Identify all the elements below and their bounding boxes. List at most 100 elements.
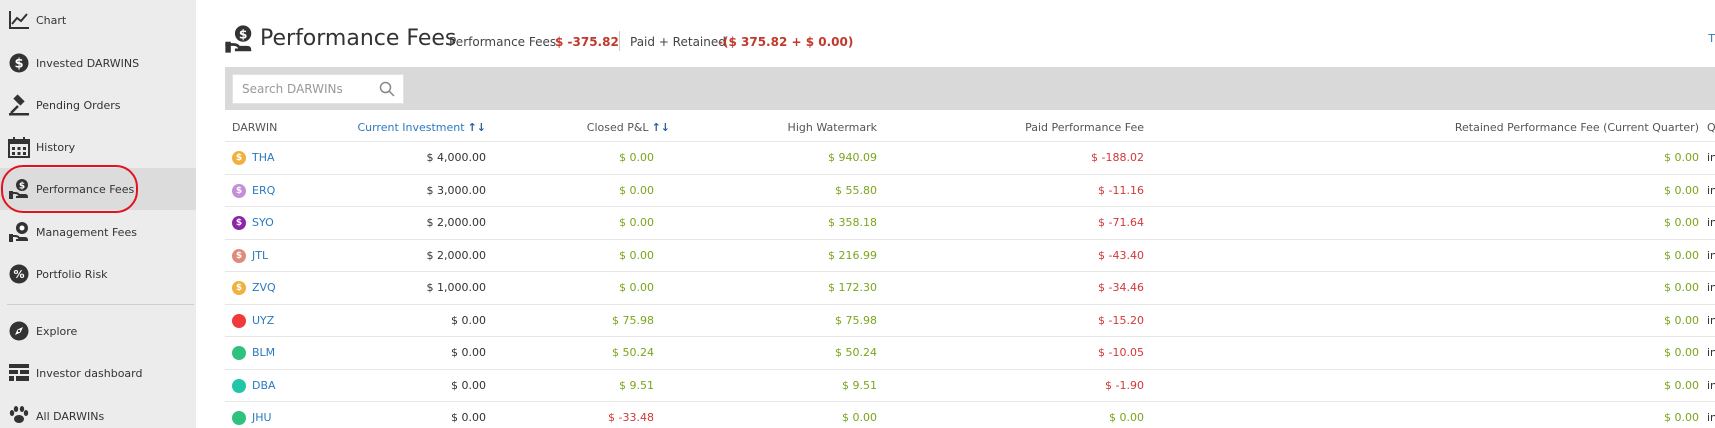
cell-current-investment: $ 2,000.00	[426, 216, 486, 229]
table-row[interactable]: $ ZVQ $ 1,000.00 $ 0.00 $ 172.30 $ -34.46 $ 0.…	[225, 272, 1715, 305]
cell-current-investment: $ 0.00	[451, 378, 486, 392]
sort-arrows-icon[interactable]: ↑↓	[652, 121, 670, 134]
fees-summary-value: $ -375.82	[555, 35, 619, 49]
table-row[interactable]: UYZ $ 0.00 $ 75.98 $ 75.98 $ -15.20 $ 0.00 in …	[225, 305, 1715, 337]
search-icon[interactable]	[379, 81, 395, 101]
cell-high-watermark: $ 216.99	[828, 248, 877, 262]
cell-closed-pl: $ 0.00	[619, 216, 654, 229]
table-row[interactable]: DBA $ 0.00 $ 9.51 $ 9.51 $ -1.90 $ 0.00 in 13 …	[225, 370, 1715, 402]
badge-glyph: $	[235, 153, 243, 163]
sidebar-item-label: Investor dashboard	[36, 366, 143, 380]
cell-retained-fee: $ 0.00	[1664, 248, 1699, 262]
cell-paid-fee: $ -34.46	[1098, 281, 1144, 294]
darwin-ticker-link[interactable]: ERQ	[252, 184, 275, 197]
percent-icon: %	[7, 262, 31, 286]
cell-paid-fee: $ -1.90	[1105, 378, 1144, 392]
cell-closed-pl: $ 0.00	[619, 151, 654, 164]
corner-link[interactable]: T	[1708, 32, 1715, 45]
sidebar-item-all-darwins[interactable]: All DARWINs	[0, 394, 196, 428]
paid-retained-label: Paid + Retained	[630, 35, 726, 49]
badge-glyph: $	[235, 250, 243, 261]
darwin-badge-icon	[232, 313, 246, 328]
darwin-ticker-link[interactable]: BLM	[252, 346, 275, 359]
column-header-current-investment[interactable]: Current Investment ↑↓	[357, 121, 486, 134]
svg-text:$: $	[14, 57, 23, 72]
cell-paid-fee: $ -43.40	[1098, 248, 1144, 262]
sidebar-item-explore[interactable]: Explore	[0, 310, 196, 352]
table-toolbar	[225, 67, 1715, 110]
performance-fees-table: DARWIN Current Investment ↑↓ Closed P&L ↑↓…	[225, 112, 1715, 428]
darwin-ticker-link[interactable]: ZVQ	[252, 281, 276, 294]
column-header-closed-pl[interactable]: Closed P&L ↑↓	[587, 121, 670, 134]
column-header-label: Current Investment	[357, 121, 465, 134]
cell-closed-pl: $ 50.24	[612, 346, 654, 359]
cell-high-watermark: $ 55.80	[835, 183, 877, 197]
calendar-icon	[7, 135, 31, 159]
cell-retained-fee: $ 0.00	[1664, 378, 1699, 392]
hand-coin-icon: $	[7, 177, 31, 201]
sidebar-item-label: History	[36, 140, 76, 154]
cell-current-investment: $ 4,000.00	[426, 151, 486, 164]
cell-retained-fee: $ 0.00	[1664, 346, 1699, 359]
table-row[interactable]: $ THA $ 4,000.00 $ 0.00 $ 940.09 $ -188.02 $ 0…	[225, 142, 1715, 175]
table-row[interactable]: JHU $ 0.00 $ -33.48 $ 0.00 $ 0.00 $ 0.00 in 7 …	[225, 402, 1715, 428]
sidebar-item-label: Performance Fees	[36, 182, 135, 196]
cell-high-watermark: $ 172.30	[828, 281, 877, 294]
sidebar-item-invested-darwins[interactable]: $ Invested DARWINS	[0, 42, 196, 84]
darwin-ticker-link[interactable]: DBA	[252, 379, 276, 392]
svg-text:$: $	[239, 27, 248, 41]
sidebar-item-investor-dashboard[interactable]: Investor dashboard	[0, 352, 196, 394]
cell-closed-pl: $ 0.00	[619, 281, 654, 294]
darwin-badge-icon	[232, 411, 246, 425]
table-row[interactable]: $ SYO $ 2,000.00 $ 0.00 $ 358.18 $ -71.64 $ 0.…	[225, 207, 1715, 240]
sidebar-item-chart[interactable]: Chart	[0, 0, 196, 40]
table-row[interactable]: $ JTL $ 2,000.00 $ 0.00 $ 216.99 $ -43.40 $ 0.…	[225, 240, 1715, 272]
column-header-quarter-ends: Quarter ends	[1707, 121, 1715, 134]
chart-icon	[7, 8, 31, 32]
table-row[interactable]: $ ERQ $ 3,000.00 $ 0.00 $ 55.80 $ -11.16 $ 0.0…	[225, 175, 1715, 207]
sidebar-item-management-fees[interactable]: Management Fees	[0, 211, 196, 253]
fees-summary-label: Performance Fees	[449, 35, 557, 49]
cell-quarter-ends: in 13 days	[1707, 378, 1715, 392]
cell-paid-fee: $ 0.00	[1109, 411, 1144, 424]
cell-current-investment: $ 3,000.00	[426, 183, 486, 197]
cell-quarter-ends: in 7 days	[1707, 216, 1715, 229]
cell-retained-fee: $ 0.00	[1664, 411, 1699, 424]
gavel-icon	[7, 93, 31, 117]
cell-high-watermark: $ 358.18	[828, 216, 877, 229]
darwin-ticker-link[interactable]: JTL	[252, 249, 268, 262]
cell-current-investment: $ 0.00	[451, 313, 486, 327]
darwin-badge-icon: $	[232, 281, 246, 295]
darwin-ticker-link[interactable]: THA	[252, 151, 275, 164]
sidebar-divider	[7, 304, 194, 305]
column-header-paid-fee: Paid Performance Fee	[1025, 121, 1144, 134]
paw-icon	[7, 402, 31, 426]
page-title: Performance Fees	[260, 26, 457, 51]
hand-coin-icon: $	[224, 24, 254, 58]
sidebar-item-label: Chart	[36, 13, 67, 27]
cell-closed-pl: $ 0.00	[619, 183, 654, 197]
darwin-ticker-link[interactable]: UYZ	[252, 314, 274, 327]
search-input[interactable]	[233, 75, 373, 103]
cell-retained-fee: $ 0.00	[1664, 216, 1699, 229]
cell-high-watermark: $ 9.51	[842, 378, 877, 392]
cell-paid-fee: $ -188.02	[1091, 151, 1144, 164]
cell-current-investment: $ 2,000.00	[426, 248, 486, 262]
table-body: $ THA $ 4,000.00 $ 0.00 $ 940.09 $ -188.02 $ 0…	[225, 142, 1715, 428]
sidebar-item-label: Portfolio Risk	[36, 267, 108, 281]
sidebar-item-pending-orders[interactable]: Pending Orders	[0, 84, 196, 126]
sidebar-item-history[interactable]: History	[0, 126, 196, 168]
dollar-coin-icon: $	[7, 51, 31, 75]
darwin-ticker-link[interactable]: JHU	[252, 411, 272, 424]
cell-closed-pl: $ -33.48	[608, 411, 654, 424]
cell-quarter-ends: in a month	[1707, 183, 1715, 197]
darwin-ticker-link[interactable]: SYO	[252, 216, 274, 229]
sidebar-item-portfolio-risk[interactable]: % Portfolio Risk	[0, 253, 196, 295]
column-header-high-watermark: High Watermark	[787, 121, 877, 134]
sidebar-item-performance-fees[interactable]: $ Performance Fees	[0, 168, 196, 210]
table-row[interactable]: BLM $ 0.00 $ 50.24 $ 50.24 $ -10.05 $ 0.00 in …	[225, 337, 1715, 370]
cell-closed-pl: $ 0.00	[619, 248, 654, 262]
summary-divider	[619, 31, 620, 51]
sort-arrows-icon[interactable]: ↑↓	[468, 121, 486, 134]
cell-quarter-ends: in 7 days	[1707, 151, 1715, 164]
